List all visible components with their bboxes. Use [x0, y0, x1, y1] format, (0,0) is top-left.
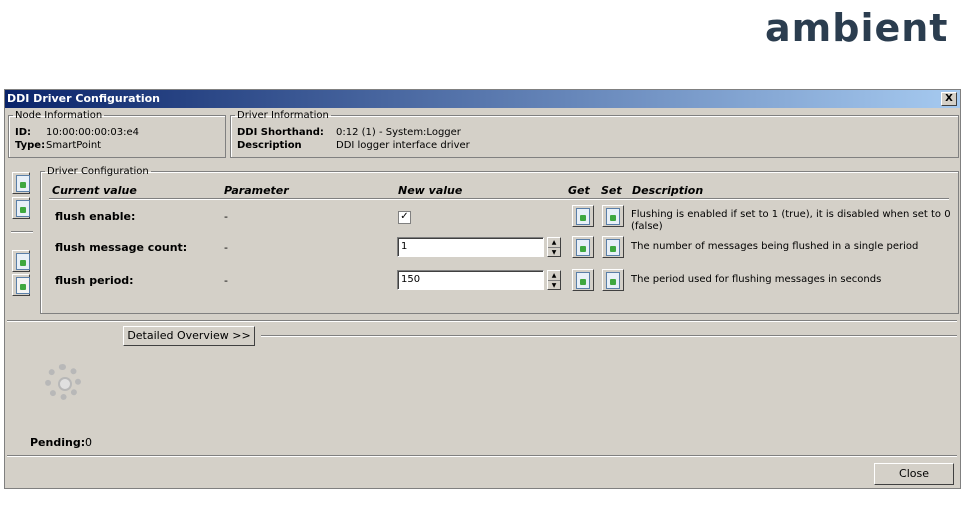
row-parameter: -: [224, 210, 228, 223]
col-header-get: Get: [568, 184, 590, 197]
close-button[interactable]: Close: [874, 463, 954, 485]
driver-information-legend: Driver Information: [237, 110, 329, 121]
row-description: The period used for flushing messages in…: [631, 274, 882, 285]
node-information-legend: Node Information: [15, 110, 103, 121]
row-label-flush-enable: flush enable:: [55, 210, 136, 223]
node-type-label: Type:: [15, 140, 46, 151]
spin-up-icon[interactable]: ▲: [548, 271, 560, 280]
spin-up-icon[interactable]: ▲: [548, 238, 560, 247]
spin-down-icon[interactable]: ▼: [548, 247, 560, 257]
spin-down-icon[interactable]: ▼: [548, 280, 560, 290]
get-flush-enable-button[interactable]: [572, 205, 594, 227]
detailed-overview-button[interactable]: Detailed Overview >>: [123, 326, 255, 346]
overview-divider: [261, 335, 957, 337]
node-id-label: ID:: [15, 127, 32, 138]
get-flush-message-count-button[interactable]: [572, 236, 594, 258]
node-type-value: SmartPoint: [46, 140, 102, 151]
set-flush-enable-button[interactable]: [602, 205, 624, 227]
dialog-title: DDI Driver Configuration: [7, 92, 160, 105]
footer-divider: [7, 455, 957, 457]
flush-message-count-input[interactable]: 1: [397, 237, 544, 257]
flush-enable-checkbox[interactable]: ✓: [398, 211, 411, 224]
flush-period-spinner[interactable]: ▲ ▼: [547, 270, 561, 290]
dialog-titlebar: DDI Driver Configuration X: [5, 90, 960, 108]
driver-description-label: Description: [237, 140, 302, 151]
col-header-description: Description: [632, 184, 704, 197]
row-description: Flushing is enabled if set to 1 (true), …: [631, 209, 951, 232]
ambient-logo: ambient: [765, 6, 949, 50]
row-label-flush-period: flush period:: [55, 274, 134, 287]
driver-configuration-legend: Driver Configuration: [47, 166, 149, 177]
pending-label: Pending:: [30, 436, 86, 449]
row-parameter: -: [224, 241, 228, 254]
section-divider: [7, 320, 957, 322]
ddi-shorthand-label: DDI Shorthand:: [237, 127, 324, 138]
flush-period-input[interactable]: 150: [397, 270, 544, 290]
set-flush-message-count-button[interactable]: [602, 236, 624, 258]
row-parameter: -: [224, 274, 228, 287]
copy-icon[interactable]: [12, 274, 30, 296]
busy-gear-icon: [45, 364, 81, 400]
header-divider: [49, 198, 949, 200]
flush-message-count-spinner[interactable]: ▲ ▼: [547, 237, 561, 257]
col-header-new: New value: [398, 184, 463, 197]
sidebar-divider: [11, 231, 33, 233]
export-icon[interactable]: [12, 250, 30, 272]
set-flush-period-button[interactable]: [602, 269, 624, 291]
driver-description-value: DDI logger interface driver: [336, 140, 470, 151]
col-header-parameter: Parameter: [224, 184, 289, 197]
ddi-shorthand-value: 0:12 (1) - System:Logger: [336, 127, 461, 138]
row-description: The number of messages being flushed in …: [631, 241, 919, 252]
node-id-value: 10:00:00:00:03:e4: [46, 127, 139, 138]
pending-count: 0: [85, 436, 92, 449]
ddi-driver-config-dialog: DDI Driver Configuration X Node Informat…: [4, 89, 961, 489]
close-icon[interactable]: X: [941, 92, 957, 106]
set-all-icon[interactable]: [12, 197, 30, 219]
get-all-icon[interactable]: [12, 172, 30, 194]
col-header-set: Set: [601, 184, 622, 197]
col-header-current: Current value: [52, 184, 137, 197]
row-label-flush-message-count: flush message count:: [55, 241, 188, 254]
get-flush-period-button[interactable]: [572, 269, 594, 291]
